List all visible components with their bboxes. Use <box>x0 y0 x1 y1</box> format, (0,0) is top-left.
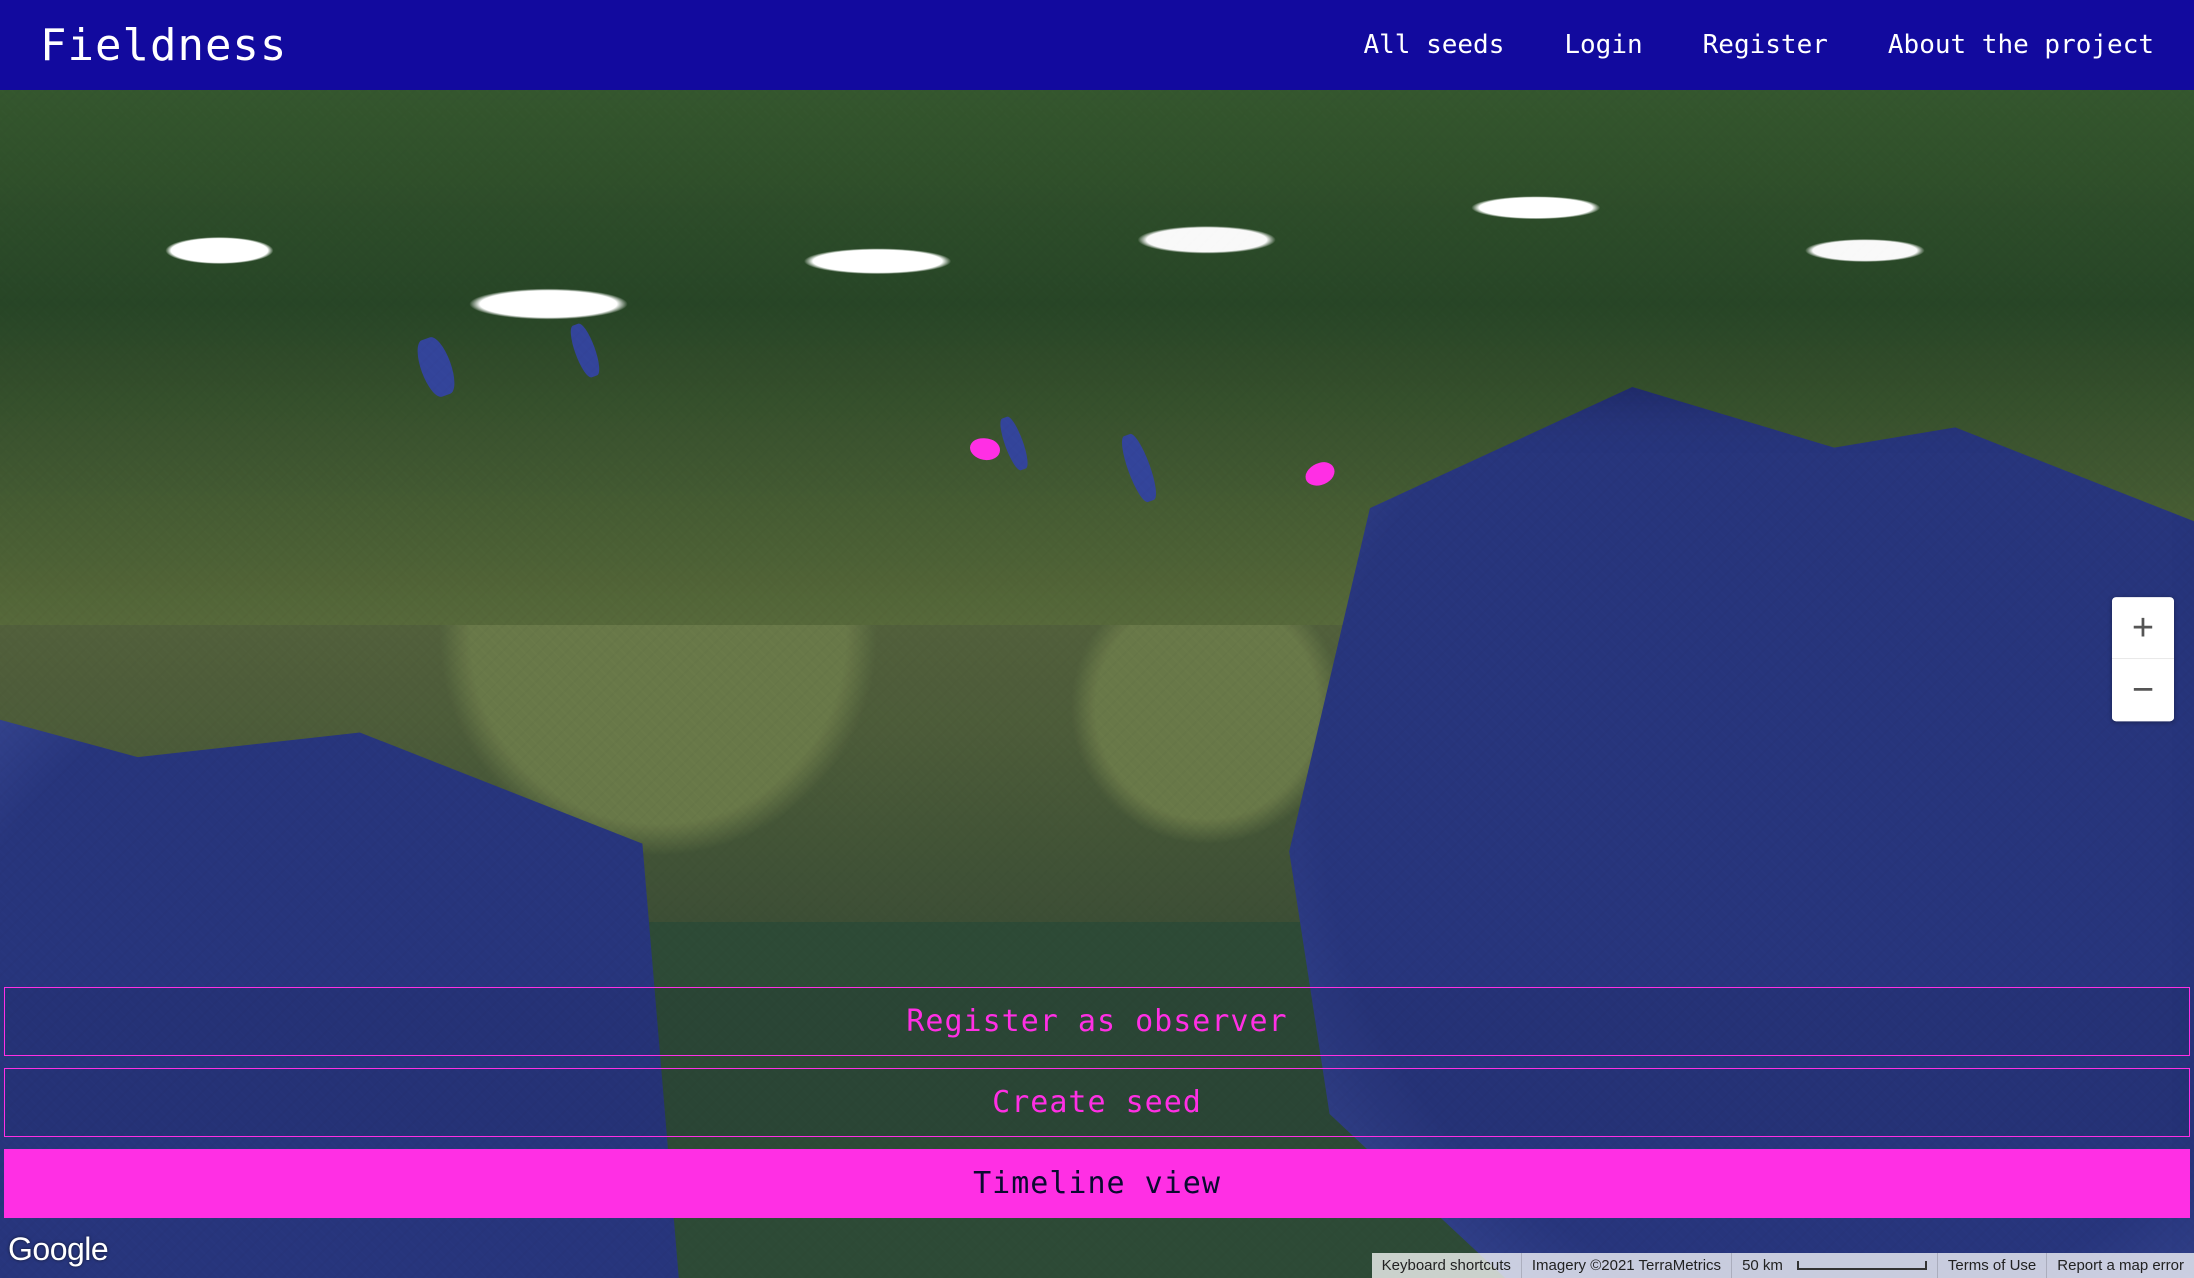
nav-all-seeds[interactable]: All seeds <box>1363 30 1504 60</box>
map-scale-line-icon <box>1797 1261 1927 1270</box>
nav-login[interactable]: Login <box>1564 30 1642 60</box>
terms-of-use-link[interactable]: Terms of Use <box>1937 1253 2046 1278</box>
zoom-in-button[interactable]: + <box>2112 597 2174 659</box>
create-seed-button[interactable]: Create seed <box>4 1068 2190 1137</box>
zoom-out-button[interactable]: − <box>2112 659 2174 721</box>
top-nav: Fieldness All seeds Login Register About… <box>0 0 2194 90</box>
timeline-view-button[interactable]: Timeline view <box>4 1149 2190 1218</box>
imagery-attribution: Imagery ©2021 TerraMetrics <box>1521 1253 1731 1278</box>
map-scale: 50 km <box>1731 1253 1937 1278</box>
nav-links: All seeds Login Register About the proje… <box>1363 30 2154 60</box>
keyboard-shortcuts-button[interactable]: Keyboard shortcuts <box>1372 1253 1521 1278</box>
brand-title[interactable]: Fieldness <box>40 20 287 71</box>
map-scale-label: 50 km <box>1742 1257 1783 1274</box>
register-observer-button[interactable]: Register as observer <box>4 987 2190 1056</box>
report-map-error-link[interactable]: Report a map error <box>2046 1253 2194 1278</box>
map-canvas[interactable]: + − Register as observer Create seed Tim… <box>0 90 2194 1278</box>
nav-about[interactable]: About the project <box>1888 30 2154 60</box>
map-attribution-bar: Keyboard shortcuts Imagery ©2021 TerraMe… <box>1372 1253 2194 1278</box>
google-logo[interactable]: Google <box>8 1231 108 1268</box>
overlay-action-bars: Register as observer Create seed Timelin… <box>0 987 2194 1218</box>
zoom-control: + − <box>2112 597 2174 721</box>
nav-register[interactable]: Register <box>1703 30 1828 60</box>
